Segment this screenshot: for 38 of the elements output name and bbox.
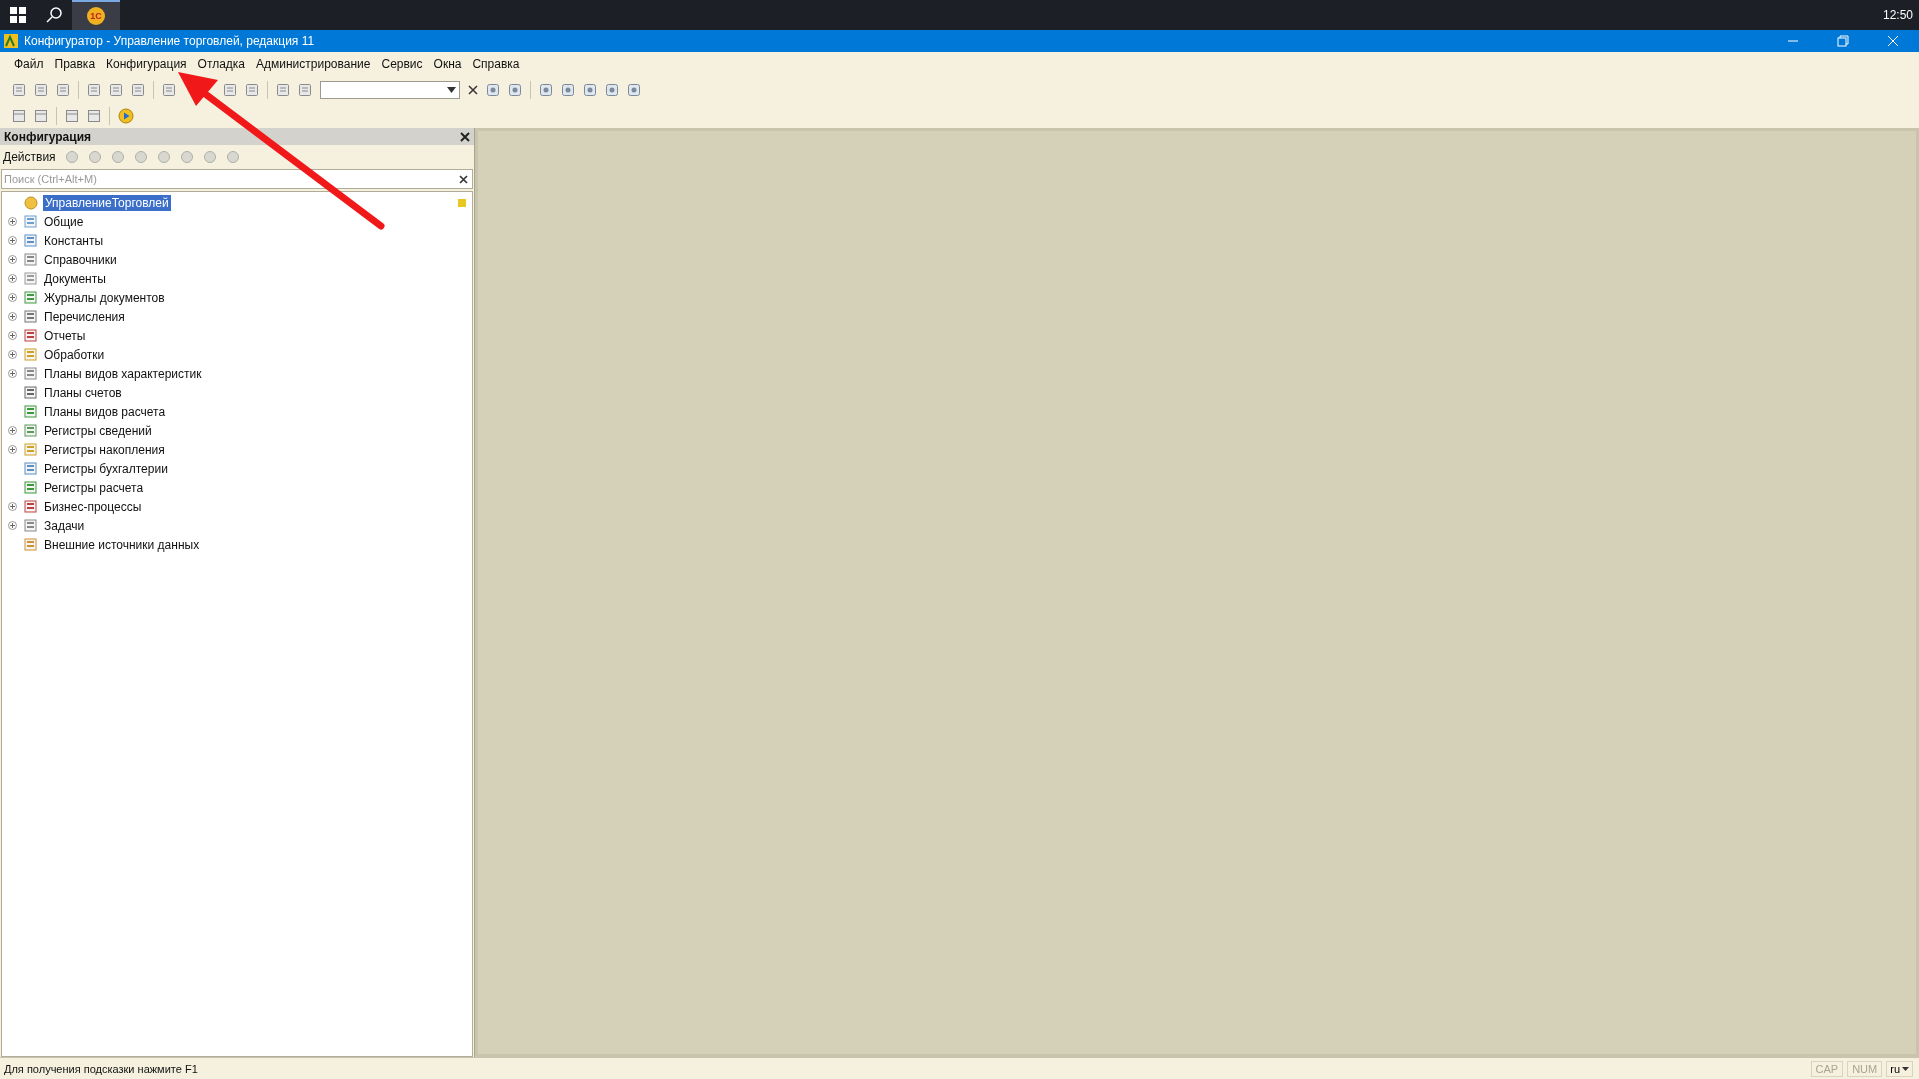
- menu-item[interactable]: Конфигурация: [106, 57, 187, 71]
- tree-item[interactable]: Общие: [42, 213, 86, 230]
- menu-item[interactable]: Отладка: [197, 57, 246, 71]
- menu-item[interactable]: Файл: [14, 57, 44, 71]
- tree-item[interactable]: Перечисления: [42, 308, 127, 325]
- app-logo-icon: 1С: [87, 7, 105, 25]
- tree-item[interactable]: Справочники: [42, 251, 119, 268]
- tree-item[interactable]: Внешние источники данных: [42, 536, 202, 553]
- actions-menu-button[interactable]: Действия: [3, 150, 56, 164]
- search-input[interactable]: Поиск (Ctrl+Alt+M): [2, 172, 459, 186]
- tree-item[interactable]: Задачи: [42, 517, 87, 534]
- panel-title: Конфигурация: [4, 129, 92, 144]
- menu-item[interactable]: Окна: [433, 57, 462, 71]
- tree-item[interactable]: Регистры сведений: [42, 422, 154, 439]
- tree-item[interactable]: Регистры бухгалтерии: [42, 460, 170, 477]
- tree-item[interactable]: Регистры накопления: [42, 441, 167, 458]
- menu-item[interactable]: Правка: [54, 57, 96, 71]
- key-indicator: CAP: [1810, 1060, 1844, 1077]
- tree-item[interactable]: Планы видов расчета: [42, 403, 168, 420]
- tree-item[interactable]: Планы счетов: [42, 384, 124, 401]
- tree-item[interactable]: Журналы документов: [42, 289, 167, 306]
- language-button[interactable]: ru: [1886, 1060, 1913, 1077]
- key-indicator: NUM: [1847, 1060, 1883, 1077]
- tree-item[interactable]: Бизнес-процессы: [42, 498, 144, 515]
- tree-item[interactable]: Планы видов характеристик: [42, 365, 204, 382]
- clock: 12:50: [1882, 8, 1913, 22]
- window-title: Конфигуратор - Управление торговлей, редакция 11: [24, 34, 315, 48]
- tree-item[interactable]: Обработки: [42, 346, 107, 363]
- menu-item[interactable]: Администрирование: [256, 57, 371, 71]
- tree-item[interactable]: Отчеты: [42, 327, 88, 344]
- status-hint: Для получения подсказки нажмите F1: [4, 1062, 198, 1075]
- menu-item[interactable]: Справка: [472, 57, 520, 71]
- tree-item[interactable]: Константы: [42, 232, 106, 249]
- menu-item[interactable]: Сервис: [381, 57, 423, 71]
- search-field[interactable]: Поиск (Ctrl+Alt+M): [1, 169, 473, 189]
- tree-item[interactable]: УправлениеТорговлей: [43, 194, 171, 211]
- tree-item[interactable]: Регистры расчета: [42, 479, 146, 496]
- tree-item[interactable]: Документы: [42, 270, 108, 287]
